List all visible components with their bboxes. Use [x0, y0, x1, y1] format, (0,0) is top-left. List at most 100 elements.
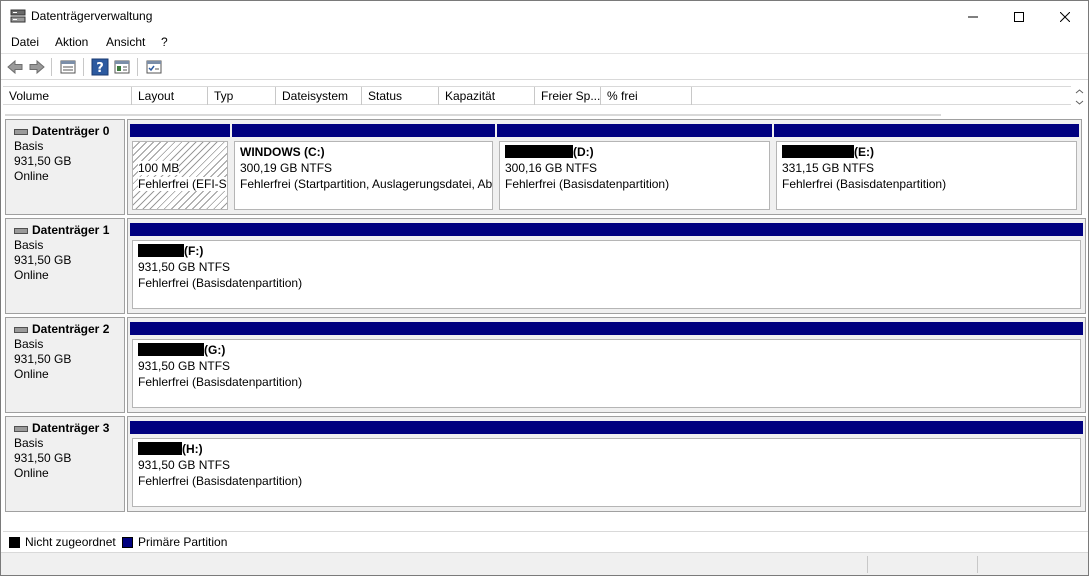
partition-c[interactable]: WINDOWS (C:) 300,19 GB NTFS Fehlerfrei (…	[232, 124, 495, 210]
window-title: Datenträgerverwaltung	[31, 9, 153, 23]
column-kapazitaet[interactable]: Kapazität	[439, 87, 535, 105]
redacted-volume-name	[138, 244, 184, 257]
menu-datei[interactable]: Datei	[11, 35, 39, 49]
disk-row: Datenträger 3 Basis 931,50 GB Online (H:…	[3, 416, 1086, 512]
disk-type: Basis	[14, 238, 44, 252]
disk-info[interactable]: Datenträger 2 Basis 931,50 GB Online	[5, 317, 125, 413]
disk-info[interactable]: Datenträger 0 Basis 931,50 GB Online	[5, 119, 125, 215]
partition-status: Fehlerfrei (Basisdatenpartition)	[138, 276, 303, 290]
disk-graphical-view: Datenträger 0 Basis 931,50 GB Online 100…	[3, 119, 1086, 529]
partition-label: (F:)	[184, 244, 204, 258]
volume-list-header: Volume Layout Typ Dateisystem Status Kap…	[3, 86, 1071, 105]
partition-bar	[497, 124, 772, 137]
settings-icon[interactable]	[145, 58, 163, 76]
horizontal-scrollbar[interactable]	[5, 114, 941, 116]
partition-status: Fehlerfrei (EFI-Sy	[138, 177, 227, 191]
partition-body: WINDOWS (C:) 300,19 GB NTFS Fehlerfrei (…	[234, 141, 493, 210]
help-icon[interactable]: ?	[91, 58, 109, 76]
column-prozent-frei[interactable]: % frei	[601, 87, 692, 105]
disk-row: Datenträger 2 Basis 931,50 GB Online (G:…	[3, 317, 1086, 413]
column-dateisystem[interactable]: Dateisystem	[276, 87, 362, 105]
partition-status: Fehlerfrei (Basisdatenpartition)	[138, 375, 303, 389]
toolbar: ?	[1, 54, 1088, 80]
disk-status: Online	[14, 268, 49, 282]
close-button[interactable]	[1042, 1, 1088, 32]
disk-icon	[14, 326, 28, 333]
legend-label: Nicht zugeordnet	[25, 535, 116, 549]
toolbar-separator	[51, 58, 52, 76]
partition-d[interactable]: (D:) 300,16 GB NTFS Fehlerfrei (Basisdat…	[497, 124, 772, 210]
partition-label: (H:)	[182, 442, 203, 456]
minimize-button[interactable]	[950, 1, 996, 32]
show-hide-icon[interactable]	[113, 58, 131, 76]
redacted-volume-name	[138, 343, 204, 356]
partition-body: (E:) 331,15 GB NTFS Fehlerfrei (Basisdat…	[776, 141, 1077, 210]
volume-list-scrollbar[interactable]	[1071, 86, 1088, 108]
legend: Nicht zugeordnet Primäre Partition	[3, 531, 1088, 551]
disk-row: Datenträger 0 Basis 931,50 GB Online 100…	[3, 119, 1086, 215]
menu-aktion[interactable]: Aktion	[55, 35, 88, 49]
partition-g[interactable]: (G:) 931,50 GB NTFS Fehlerfrei (Basisdat…	[130, 322, 1083, 408]
menu-help[interactable]: ?	[161, 35, 168, 49]
partition-label: (D:)	[573, 145, 594, 159]
partition-bar	[130, 322, 1083, 335]
column-layout[interactable]: Layout	[132, 87, 208, 105]
partition-label	[138, 144, 227, 160]
partition-label: (E:)	[854, 145, 874, 159]
disk-management-icon	[10, 9, 26, 23]
forward-icon[interactable]	[28, 58, 46, 76]
menu-ansicht[interactable]: Ansicht	[106, 35, 145, 49]
disk-info[interactable]: Datenträger 1 Basis 931,50 GB Online	[5, 218, 125, 314]
partition-body: (H:) 931,50 GB NTFS Fehlerfrei (Basisdat…	[132, 438, 1081, 507]
partition-size: 931,50 GB NTFS	[138, 260, 231, 274]
column-volume[interactable]: Volume	[3, 87, 132, 105]
disk-partitions: (F:) 931,50 GB NTFS Fehlerfrei (Basisdat…	[127, 218, 1086, 314]
partition-bar	[130, 124, 230, 137]
disk-icon	[14, 227, 28, 234]
svg-text:?: ?	[96, 61, 104, 76]
partition-body: (F:) 931,50 GB NTFS Fehlerfrei (Basisdat…	[132, 240, 1081, 309]
disk-partitions: (H:) 931,50 GB NTFS Fehlerfrei (Basisdat…	[127, 416, 1086, 512]
partition-size: 300,19 GB NTFS	[240, 161, 333, 175]
partition-e[interactable]: (E:) 331,15 GB NTFS Fehlerfrei (Basisdat…	[774, 124, 1079, 210]
scroll-down-icon[interactable]	[1075, 100, 1084, 105]
disk-type: Basis	[14, 337, 44, 351]
minimize-icon	[968, 16, 978, 17]
partition-label: WINDOWS (C:)	[240, 145, 325, 159]
column-status[interactable]: Status	[362, 87, 439, 105]
legend-swatch-unallocated	[9, 536, 20, 548]
scroll-up-icon[interactable]	[1075, 89, 1084, 94]
partition-bar	[130, 421, 1083, 434]
redacted-volume-name	[782, 145, 854, 158]
partition-h[interactable]: (H:) 931,50 GB NTFS Fehlerfrei (Basisdat…	[130, 421, 1083, 507]
status-bar	[1, 552, 1088, 575]
disk-management-window: Datenträgerverwaltung Datei Aktion Ansic…	[0, 0, 1089, 576]
disk-status: Online	[14, 169, 49, 183]
maximize-button[interactable]	[996, 1, 1042, 32]
disk-type: Basis	[14, 436, 44, 450]
disk-size: 931,50 GB	[14, 154, 72, 168]
partition-f[interactable]: (F:) 931,50 GB NTFS Fehlerfrei (Basisdat…	[130, 223, 1083, 309]
partition-efi[interactable]: 100 MB Fehlerfrei (EFI-Sy	[130, 124, 230, 210]
title-bar: Datenträgerverwaltung	[1, 1, 1088, 32]
disk-name: Datenträger 1	[32, 223, 110, 237]
disk-type: Basis	[14, 139, 44, 153]
column-typ[interactable]: Typ	[208, 87, 276, 105]
disk-info[interactable]: Datenträger 3 Basis 931,50 GB Online	[5, 416, 125, 512]
properties-icon[interactable]	[59, 58, 77, 76]
column-freier-speicher[interactable]: Freier Sp...	[535, 87, 601, 105]
legend-label: Primäre Partition	[138, 535, 228, 549]
partition-size: 931,50 GB NTFS	[138, 458, 231, 472]
close-icon	[1060, 11, 1070, 22]
redacted-volume-name	[138, 442, 182, 455]
partition-body: (G:) 931,50 GB NTFS Fehlerfrei (Basisdat…	[132, 339, 1081, 408]
partition-size: 931,50 GB NTFS	[138, 359, 231, 373]
partition-bar	[130, 223, 1083, 236]
disk-row: Datenträger 1 Basis 931,50 GB Online (F:…	[3, 218, 1086, 314]
partition-status: Fehlerfrei (Basisdatenpartition)	[138, 474, 303, 488]
disk-status: Online	[14, 466, 49, 480]
maximize-icon	[1014, 11, 1024, 22]
back-icon[interactable]	[6, 58, 24, 76]
legend-swatch-primary	[122, 536, 133, 548]
disk-name: Datenträger 2	[32, 322, 110, 336]
